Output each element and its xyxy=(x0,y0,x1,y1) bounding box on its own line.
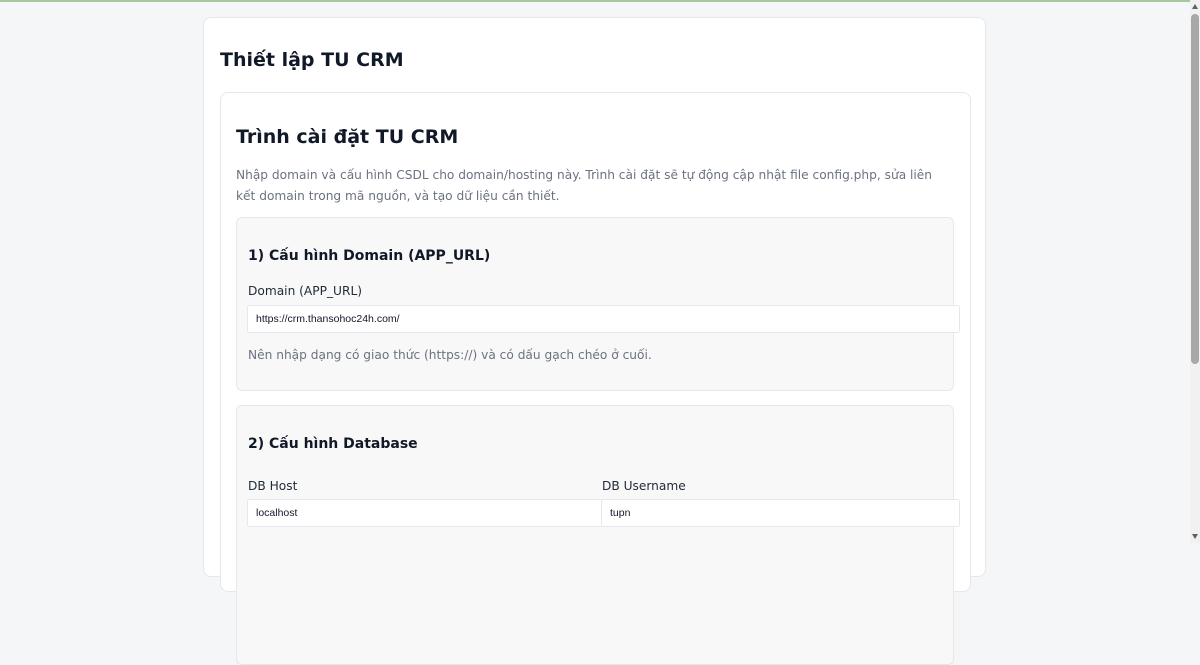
page-card: Thiết lập TU CRM Trình cài đặt TU CRM Nh… xyxy=(203,17,986,665)
db-username-label: DB Username xyxy=(602,479,686,493)
db-host-input[interactable] xyxy=(247,499,603,527)
db-section-title: 2) Cấu hình Database xyxy=(248,436,418,452)
domain-config-section: 1) Cấu hình Domain (APP_URL) Domain (APP… xyxy=(236,217,960,391)
db-username-input[interactable] xyxy=(601,499,960,527)
scroll-down-icon[interactable] xyxy=(1192,534,1198,539)
domain-section-title: 1) Cấu hình Domain (APP_URL) xyxy=(248,248,491,264)
domain-input[interactable] xyxy=(247,305,960,333)
domain-field-label: Domain (APP_URL) xyxy=(248,284,362,298)
database-config-section: 2) Cấu hình Database DB Host DB Username xyxy=(236,405,960,665)
scroll-thumb[interactable] xyxy=(1191,14,1199,364)
scroll-up-icon[interactable] xyxy=(1192,4,1198,9)
page-title: Thiết lập TU CRM xyxy=(220,49,404,71)
domain-hint: Nên nhập dạng có giao thức (https://) và… xyxy=(248,348,652,362)
installer-card: Trình cài đặt TU CRM Nhập domain và cấu … xyxy=(220,92,971,665)
vertical-scrollbar[interactable] xyxy=(1190,0,1200,543)
db-host-label: DB Host xyxy=(248,479,298,493)
top-accent-bar xyxy=(0,0,1200,2)
installer-description: Nhập domain và cấu hình CSDL cho domain/… xyxy=(236,168,933,203)
installer-title: Trình cài đặt TU CRM xyxy=(236,126,459,148)
